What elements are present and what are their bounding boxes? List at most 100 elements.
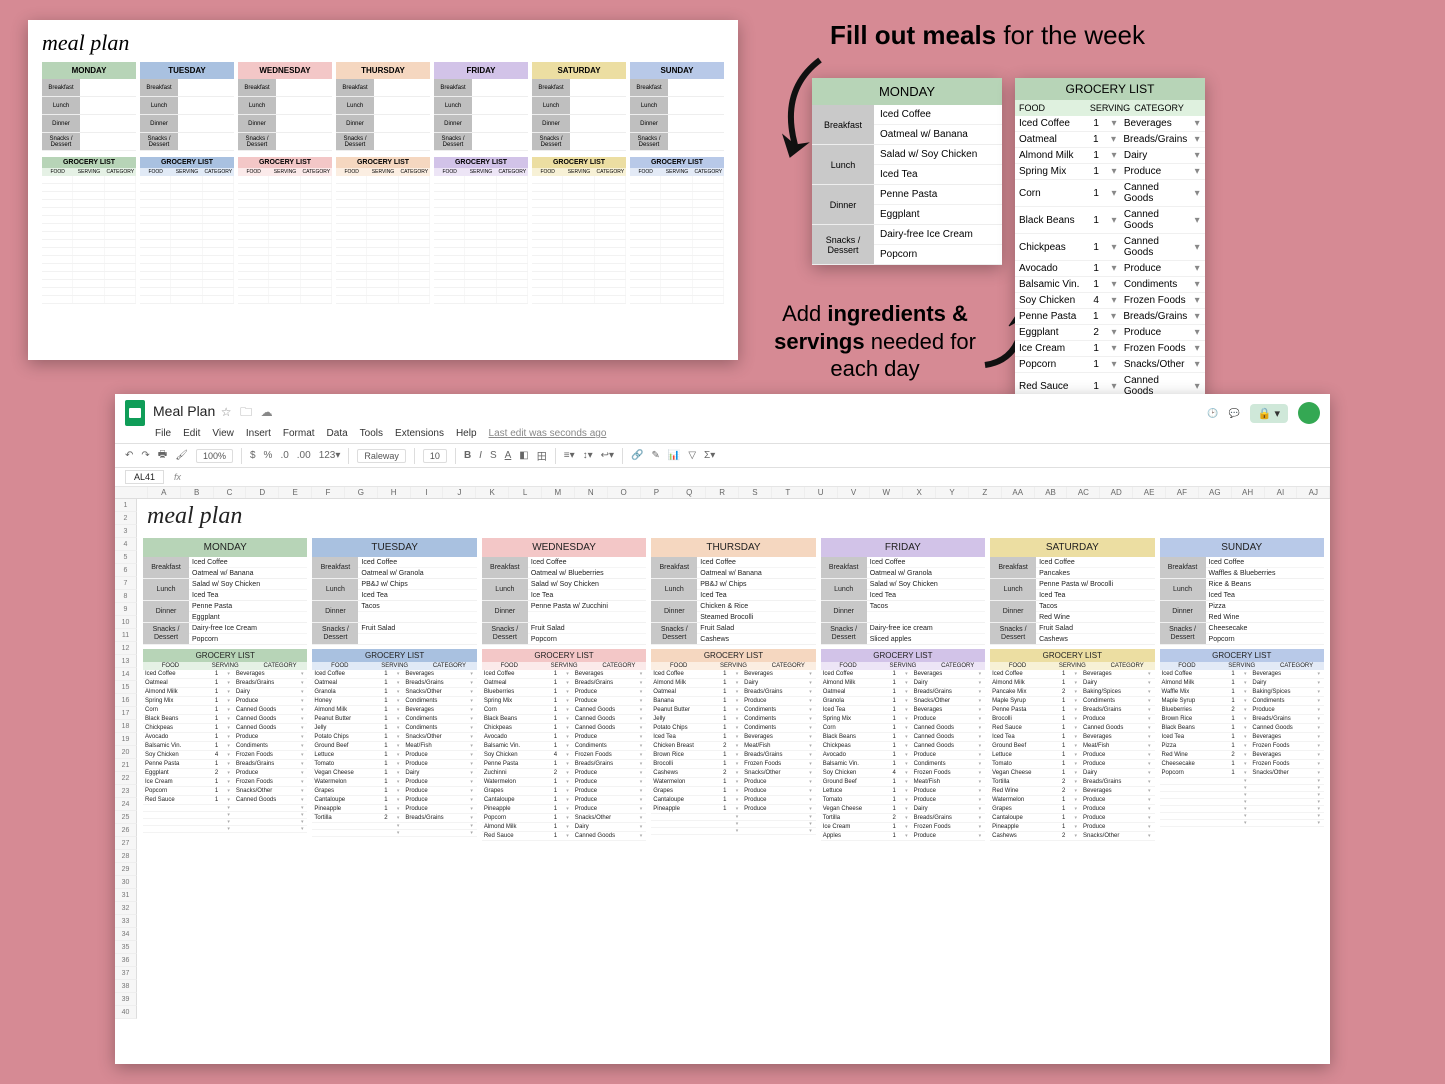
- chevron-down-icon[interactable]: ▾: [901, 680, 911, 686]
- meal-cell[interactable]: Oatmeal w/ Blueberries: [528, 568, 646, 578]
- chevron-down-icon[interactable]: ▾: [466, 743, 476, 749]
- grocery-row[interactable]: Almond Milk1▾Dairy▾: [1160, 679, 1324, 688]
- col-letter[interactable]: B: [181, 487, 214, 498]
- grocery-row[interactable]: Balsamic Vin.1▾Condiments▾: [1015, 277, 1205, 293]
- font-size[interactable]: 10: [423, 449, 447, 463]
- meal-cell[interactable]: Penne Pasta w/ Zucchini: [528, 601, 646, 612]
- meal-cell[interactable]: Tacos: [867, 601, 985, 612]
- grocery-row[interactable]: Almond Milk1▾Dairy▾: [990, 679, 1154, 688]
- chevron-down-icon[interactable]: ▾: [732, 734, 742, 740]
- grocery-row[interactable]: Ice Cream1▾Frozen Foods▾: [1015, 341, 1205, 357]
- avatar[interactable]: [1298, 402, 1320, 424]
- row-number[interactable]: 22: [115, 772, 137, 785]
- grocery-row[interactable]: Spring Mix1▾Produce▾: [821, 715, 985, 724]
- textcolor-icon[interactable]: A: [505, 450, 512, 461]
- grocery-row[interactable]: Spring Mix1▾Produce▾: [143, 697, 307, 706]
- cloud-icon[interactable]: ☁: [261, 405, 273, 419]
- chevron-down-icon[interactable]: ▾: [223, 779, 233, 785]
- col-letter[interactable]: V: [838, 487, 871, 498]
- cell-ref[interactable]: AL41: [125, 470, 164, 484]
- col-letter[interactable]: AA: [1002, 487, 1035, 498]
- menu-extensions[interactable]: Extensions: [395, 428, 444, 439]
- chevron-down-icon[interactable]: ▾: [975, 716, 985, 722]
- col-letter[interactable]: P: [641, 487, 674, 498]
- grocery-row[interactable]: Balsamic Vin.1▾Condiments▾: [143, 742, 307, 751]
- chevron-down-icon[interactable]: ▾: [562, 779, 572, 785]
- move-icon[interactable]: 🗀: [240, 405, 252, 419]
- chevron-down-icon[interactable]: ▾: [636, 806, 646, 812]
- grocery-row[interactable]: Eggplant2▾Produce▾: [143, 769, 307, 778]
- meal-item[interactable]: Popcorn: [874, 245, 1002, 264]
- row-number[interactable]: 4: [115, 538, 137, 551]
- meal-cell[interactable]: [528, 612, 646, 622]
- col-letter[interactable]: N: [575, 487, 608, 498]
- meal-cell[interactable]: Chicken & Rice: [697, 601, 815, 612]
- chevron-down-icon[interactable]: ▾: [1106, 263, 1122, 274]
- chevron-down-icon[interactable]: ▾: [636, 743, 646, 749]
- col-letter[interactable]: E: [279, 487, 312, 498]
- col-letter[interactable]: AB: [1035, 487, 1068, 498]
- chevron-down-icon[interactable]: ▾: [1071, 752, 1081, 758]
- row-number[interactable]: 6: [115, 564, 137, 577]
- grocery-row[interactable]: Lettuce1▾Produce▾: [821, 787, 985, 796]
- grocery-row[interactable]: Granola1▾Snacks/Other▾: [312, 688, 476, 697]
- chevron-down-icon[interactable]: ▾: [466, 680, 476, 686]
- grocery-row[interactable]: Black Beans1▾Canned Goods▾: [821, 733, 985, 742]
- row-number[interactable]: 37: [115, 967, 137, 980]
- chevron-down-icon[interactable]: ▾: [901, 833, 911, 839]
- chevron-down-icon[interactable]: ▾: [636, 779, 646, 785]
- chevron-down-icon[interactable]: ▾: [393, 743, 403, 749]
- chevron-down-icon[interactable]: ▾: [1240, 680, 1250, 686]
- chevron-down-icon[interactable]: ▾: [1106, 134, 1122, 145]
- chevron-down-icon[interactable]: ▾: [901, 734, 911, 740]
- meal-cell[interactable]: Oatmeal w/ Granola: [358, 568, 476, 578]
- chevron-down-icon[interactable]: ▾: [636, 788, 646, 794]
- chevron-down-icon[interactable]: ▾: [562, 815, 572, 821]
- grocery-row[interactable]: Ice Cream1▾Frozen Foods▾: [143, 778, 307, 787]
- chevron-down-icon[interactable]: ▾: [562, 743, 572, 749]
- col-letter[interactable]: R: [706, 487, 739, 498]
- grocery-row[interactable]: Tomato1▾Produce▾: [821, 796, 985, 805]
- meal-cell[interactable]: [358, 634, 476, 644]
- meal-cell[interactable]: Tacos: [1036, 601, 1154, 612]
- meal-item[interactable]: Iced Tea: [874, 165, 1002, 184]
- grocery-row[interactable]: Lettuce1▾Produce▾: [990, 751, 1154, 760]
- grocery-row[interactable]: Chicken Breast2▾Meat/Fish▾: [651, 742, 815, 751]
- grocery-row[interactable]: Iced Coffee1▾Beverages▾: [312, 670, 476, 679]
- col-letter[interactable]: J: [443, 487, 476, 498]
- chevron-down-icon[interactable]: ▾: [1189, 359, 1205, 370]
- chevron-down-icon[interactable]: ▾: [1240, 698, 1250, 704]
- row-number[interactable]: 30: [115, 876, 137, 889]
- meal-cell[interactable]: Dairy-free Ice Cream: [189, 623, 307, 634]
- chevron-down-icon[interactable]: ▾: [1314, 680, 1324, 686]
- chevron-down-icon[interactable]: ▾: [223, 734, 233, 740]
- chevron-down-icon[interactable]: ▾: [562, 707, 572, 713]
- chevron-down-icon[interactable]: ▾: [1189, 381, 1205, 392]
- chevron-down-icon[interactable]: ▾: [1314, 761, 1324, 767]
- chevron-down-icon[interactable]: ▾: [975, 707, 985, 713]
- row-number[interactable]: 12: [115, 642, 137, 655]
- chevron-down-icon[interactable]: ▾: [901, 689, 911, 695]
- grocery-row[interactable]: Pancake Mix2▾Baking/Spices▾: [990, 688, 1154, 697]
- grocery-row[interactable]: Almond Milk1▾Dairy▾: [1015, 148, 1205, 164]
- grocery-row[interactable]: Iced Coffee1▾Beverages▾: [1015, 116, 1205, 132]
- chevron-down-icon[interactable]: ▾: [297, 779, 307, 785]
- row-number[interactable]: 33: [115, 915, 137, 928]
- row-number[interactable]: 17: [115, 707, 137, 720]
- grocery-row[interactable]: Cashews2▾Snacks/Other▾: [990, 832, 1154, 841]
- col-letter[interactable]: I: [411, 487, 444, 498]
- col-letter[interactable]: M: [542, 487, 575, 498]
- chevron-down-icon[interactable]: ▾: [805, 761, 815, 767]
- grocery-row[interactable]: Popcorn1▾Snacks/Other▾: [1015, 357, 1205, 373]
- chevron-down-icon[interactable]: ▾: [562, 788, 572, 794]
- chevron-down-icon[interactable]: ▾: [223, 752, 233, 758]
- chevron-down-icon[interactable]: ▾: [1106, 242, 1122, 253]
- star-icon[interactable]: ☆: [221, 405, 232, 419]
- chevron-down-icon[interactable]: ▾: [901, 779, 911, 785]
- chevron-down-icon[interactable]: ▾: [466, 734, 476, 740]
- chevron-down-icon[interactable]: ▾: [1071, 824, 1081, 830]
- grocery-row[interactable]: Penne Pasta1▾Breads/Grains▾: [1015, 309, 1205, 325]
- italic-icon[interactable]: I: [479, 450, 482, 461]
- meal-cell[interactable]: Popcorn: [528, 634, 646, 644]
- grocery-row[interactable]: Penne Pasta1▾Breads/Grains▾: [990, 706, 1154, 715]
